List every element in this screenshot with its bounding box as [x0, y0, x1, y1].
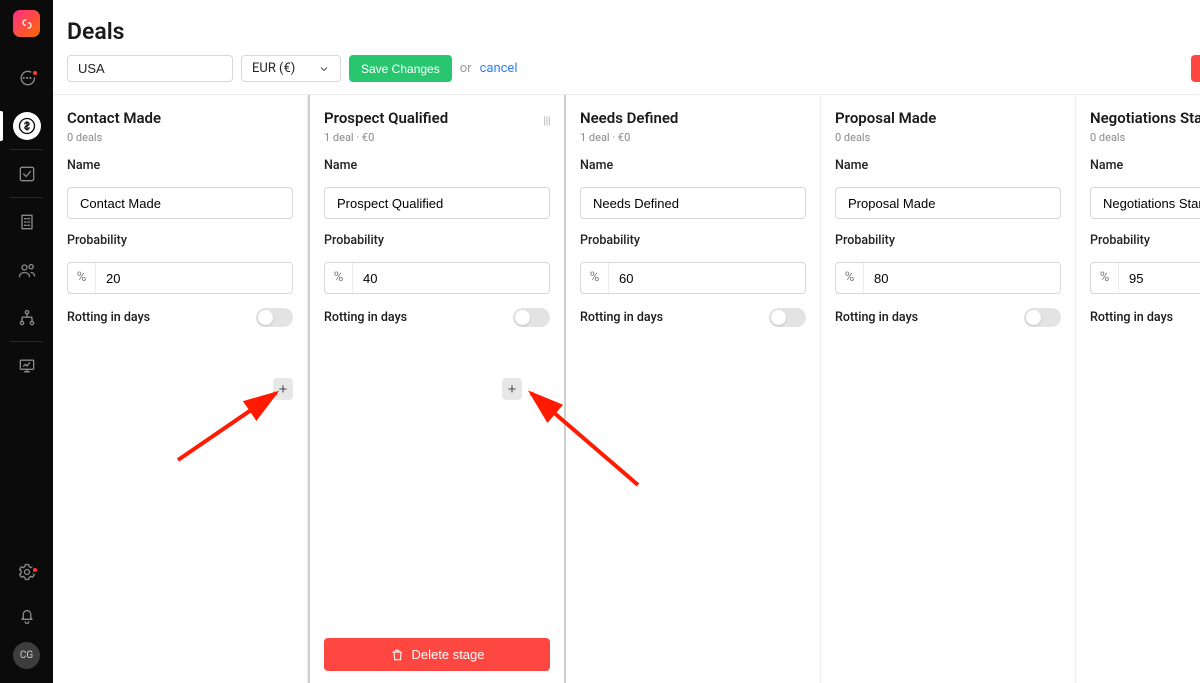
delete-stage-button[interactable]: Delete stage — [324, 638, 550, 671]
percent-prefix: % — [836, 263, 864, 293]
stage-proposal-made: Proposal Made 0 deals Name Probability %… — [821, 95, 1076, 683]
rotting-label: Rotting in days — [67, 310, 150, 325]
percent-prefix: % — [1091, 263, 1119, 293]
probability-input-wrap: % — [1090, 262, 1200, 294]
board: Contact Made 0 deals Name Probability % … — [53, 95, 1200, 683]
probability-input[interactable] — [609, 263, 805, 293]
percent-prefix: % — [581, 263, 609, 293]
probability-input-wrap: % — [580, 262, 806, 294]
stage-title: Prospect Qualified — [324, 109, 550, 127]
rotting-toggle[interactable] — [769, 308, 806, 327]
probability-label: Probability — [67, 233, 293, 248]
or-label: or — [460, 61, 472, 76]
stage-title: Negotiations Started — [1090, 109, 1200, 127]
probability-input-wrap: % — [67, 262, 293, 294]
probability-label: Probability — [580, 233, 806, 248]
cancel-link[interactable]: cancel — [480, 61, 518, 76]
stage-title: Proposal Made — [835, 109, 1061, 127]
notification-dot — [31, 69, 39, 77]
nav-workflows[interactable] — [0, 297, 53, 339]
rotting-toggle[interactable] — [513, 308, 550, 327]
name-label: Name — [1090, 158, 1200, 173]
trash-icon — [390, 648, 404, 662]
stage-subtitle: 0 deals — [67, 131, 293, 144]
stage-name-input[interactable] — [580, 187, 806, 219]
drag-handle-icon[interactable] — [540, 113, 554, 132]
stage-name-input[interactable] — [67, 187, 293, 219]
nav-deals[interactable] — [0, 105, 53, 147]
sidebar: CG — [0, 0, 53, 683]
name-label: Name — [67, 158, 293, 173]
nav-settings[interactable] — [0, 554, 53, 590]
stage-subtitle: 1 deal · €0 — [324, 131, 550, 144]
nav-chat[interactable] — [0, 57, 53, 99]
nav-contacts[interactable] — [0, 249, 53, 291]
rotting-label: Rotting in days — [580, 310, 663, 325]
nav-tasks[interactable] — [0, 153, 53, 195]
probability-input-wrap: % — [324, 262, 550, 294]
pipeline-name-input[interactable] — [67, 55, 233, 82]
stage-needs-defined: Needs Defined 1 deal · €0 Name Probabili… — [566, 95, 821, 683]
rotting-toggle[interactable] — [256, 308, 293, 327]
building-icon — [17, 212, 37, 232]
save-button[interactable]: Save Changes — [349, 55, 452, 82]
name-label: Name — [835, 158, 1061, 173]
stage-name-input[interactable] — [324, 187, 550, 219]
stage-name-input[interactable] — [835, 187, 1061, 219]
add-stage-right-button[interactable]: + — [502, 378, 522, 400]
stage-subtitle: 0 deals — [835, 131, 1061, 144]
percent-prefix: % — [68, 263, 96, 293]
stage-name-input[interactable] — [1090, 187, 1200, 219]
checkbox-icon — [17, 164, 37, 184]
stage-negotiations-started: Negotiations Started 0 deals Name Probab… — [1076, 95, 1200, 683]
app-logo[interactable] — [13, 10, 40, 37]
stage-title: Needs Defined — [580, 109, 806, 127]
currency-value: EUR (€) — [252, 61, 295, 76]
stage-subtitle: 0 deals — [1090, 131, 1200, 144]
probability-input-wrap: % — [835, 262, 1061, 294]
rotting-label: Rotting in days — [324, 310, 407, 325]
currency-select[interactable]: EUR (€) — [241, 55, 341, 82]
rotting-label: Rotting in days — [1090, 310, 1173, 325]
nav-reports[interactable] — [0, 345, 53, 387]
name-label: Name — [324, 158, 550, 173]
bell-icon — [17, 606, 37, 626]
add-stage-left-button[interactable]: + — [273, 378, 293, 400]
nav-notifications[interactable] — [0, 598, 53, 634]
chevron-down-icon — [318, 63, 330, 75]
delete-pipeline-button[interactable]: Delete Pipeline — [1191, 55, 1200, 82]
rotting-toggle[interactable] — [1024, 308, 1061, 327]
probability-input[interactable] — [353, 263, 549, 293]
main: Deals EUR (€) Save Changes or cancel Del… — [53, 0, 1200, 683]
probability-input[interactable] — [96, 263, 292, 293]
stage-subtitle: 1 deal · €0 — [580, 131, 806, 144]
avatar[interactable]: CG — [13, 642, 40, 669]
tree-icon — [17, 308, 37, 328]
percent-prefix: % — [325, 263, 353, 293]
presentation-icon — [17, 356, 37, 376]
users-icon — [17, 260, 37, 280]
probability-input[interactable] — [864, 263, 1060, 293]
probability-label: Probability — [835, 233, 1061, 248]
rotting-label: Rotting in days — [835, 310, 918, 325]
dollar-icon — [13, 112, 41, 140]
stage-title: Contact Made — [67, 109, 293, 127]
stage-contact-made: Contact Made 0 deals Name Probability % … — [53, 95, 308, 683]
toolbar: EUR (€) Save Changes or cancel Delete Pi… — [53, 55, 1200, 95]
probability-label: Probability — [1090, 233, 1200, 248]
stage-prospect-qualified: Prospect Qualified 1 deal · €0 Name Prob… — [308, 95, 566, 683]
delete-stage-label: Delete stage — [412, 647, 485, 662]
name-label: Name — [580, 158, 806, 173]
probability-input[interactable] — [1119, 263, 1200, 293]
page-title: Deals — [67, 18, 1200, 45]
notification-dot — [31, 566, 39, 574]
nav-companies[interactable] — [0, 201, 53, 243]
probability-label: Probability — [324, 233, 550, 248]
